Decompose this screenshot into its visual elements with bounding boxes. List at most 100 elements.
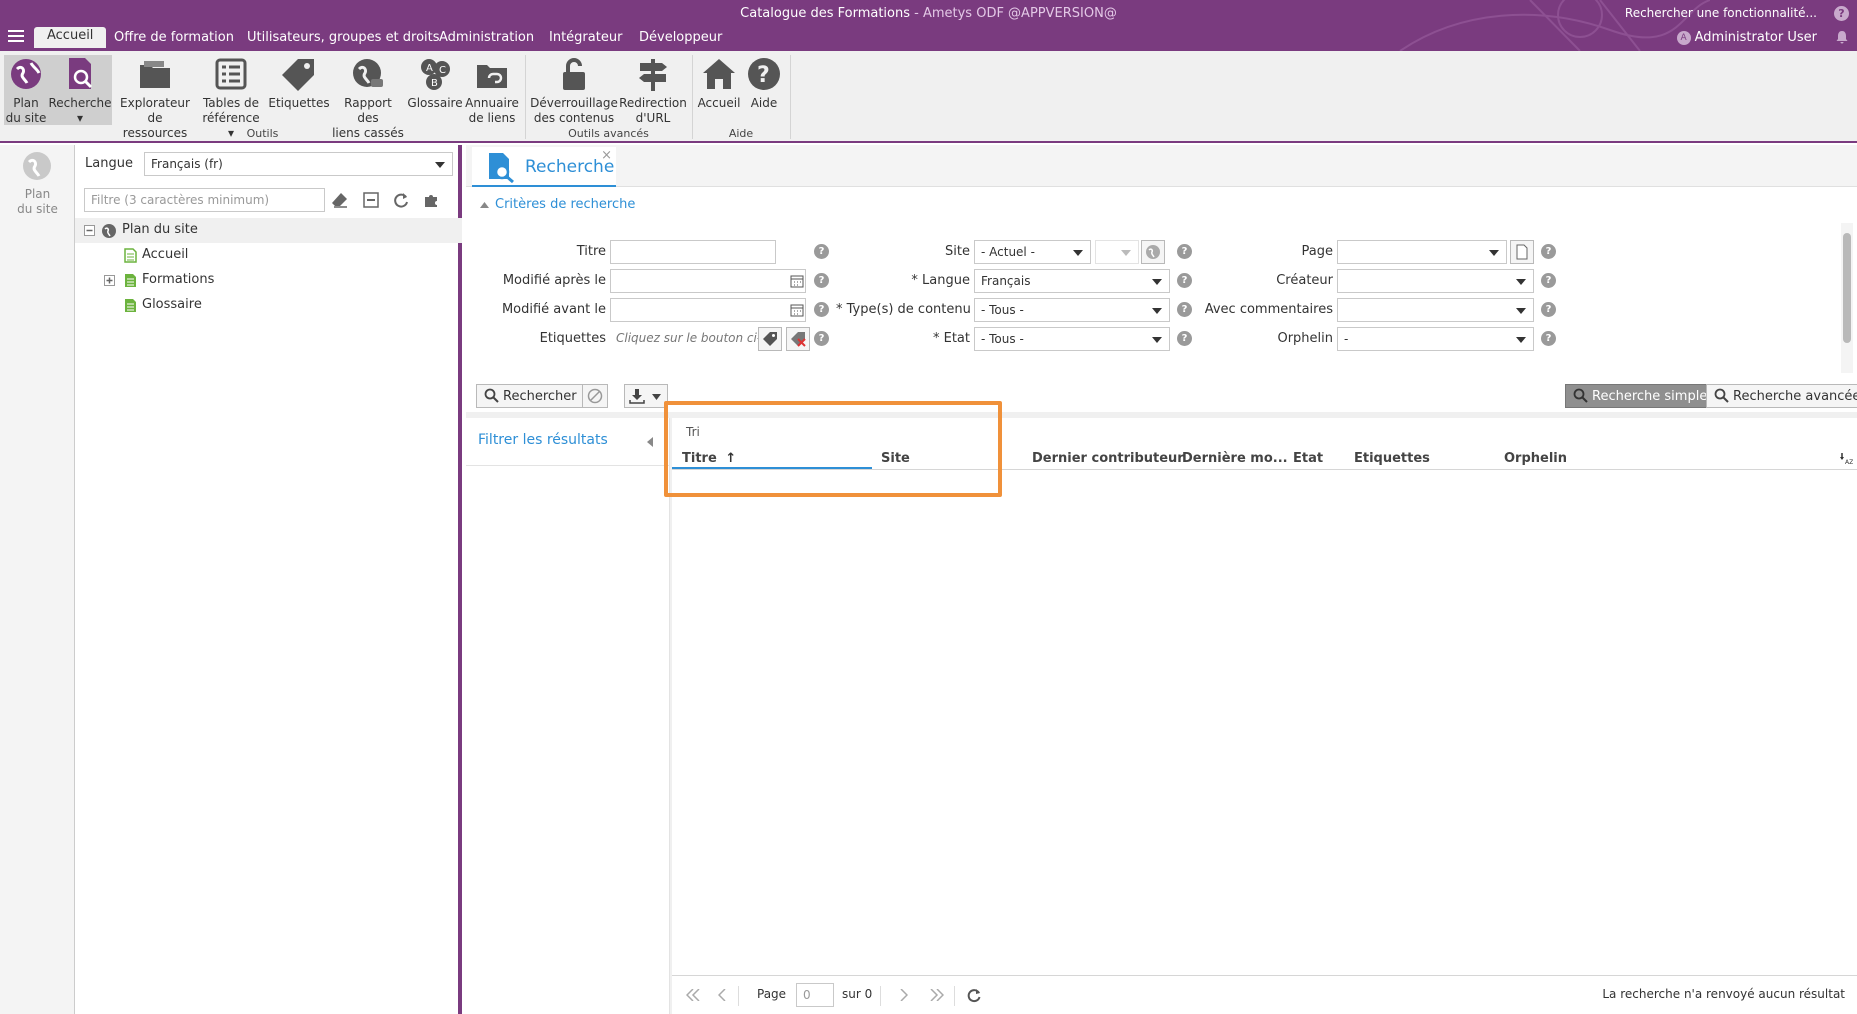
createur-select[interactable] [1337, 269, 1534, 293]
tree-item-root[interactable]: Plan du site [75, 218, 462, 243]
page-picker-button[interactable] [1510, 240, 1534, 264]
bell-icon[interactable] [1835, 30, 1849, 44]
tag-icon [282, 59, 314, 91]
previous-page-icon[interactable] [718, 989, 726, 1001]
criteria-toggle[interactable]: Critères de recherche [480, 197, 635, 212]
tab-developpeur[interactable]: Développeur [639, 30, 722, 45]
modifie-apres-input[interactable] [610, 269, 806, 293]
ribbon-glossaire-button[interactable]: ACB Glossaire [406, 55, 464, 111]
help-icon[interactable]: ? [1177, 273, 1192, 288]
column-derniere-modification[interactable]: Dernière mo... [1182, 451, 1288, 466]
etat-select[interactable]: - Tous - [974, 327, 1170, 351]
first-page-icon[interactable] [686, 989, 700, 1001]
chevron-down-icon [1121, 250, 1131, 256]
collapsed-sitemap-panel[interactable]: Plan du site [0, 145, 75, 1014]
user-menu[interactable]: A Administrator User [1676, 30, 1817, 45]
ribbon-aide-button[interactable]: ? Aide [742, 55, 786, 111]
column-etiquettes[interactable]: Etiquettes [1354, 451, 1430, 466]
titre-input[interactable] [610, 240, 776, 264]
tab-recherche[interactable]: Recherche × [472, 147, 616, 187]
hamburger-menu-icon[interactable] [8, 30, 24, 42]
calendar-icon[interactable] [790, 303, 804, 317]
close-icon[interactable]: × [601, 148, 612, 163]
etiquettes-label: Etiquettes [539, 331, 606, 346]
help-icon[interactable]: ? [1834, 6, 1849, 21]
ribbon-redirection-button[interactable]: Redirection d'URL [618, 55, 688, 126]
column-etat[interactable]: Etat [1293, 451, 1323, 466]
avec-commentaires-select[interactable] [1337, 298, 1534, 322]
select-tags-button[interactable] [758, 327, 782, 351]
page-number-input[interactable]: 0 [796, 983, 834, 1007]
ribbon-etiquettes-button[interactable]: Etiquettes [268, 55, 330, 111]
calendar-icon[interactable] [790, 274, 804, 288]
collapse-all-icon[interactable] [362, 191, 380, 209]
langue-select[interactable]: Français [974, 269, 1170, 293]
criteria-scrollbar[interactable] [1841, 223, 1853, 373]
refresh-icon[interactable] [966, 987, 982, 1003]
sort-az-icon[interactable]: AZ [1840, 453, 1854, 465]
column-orphelin[interactable]: Orphelin [1504, 451, 1567, 466]
folder-link-icon [477, 65, 507, 88]
feature-search-input[interactable]: Rechercher une fonctionnalité... [1625, 6, 1817, 20]
results-status: La recherche n'a renvoyé aucun résultat [1602, 987, 1845, 1001]
ribbon-group-outils-avances: Outils avancés [568, 127, 649, 140]
help-icon[interactable]: ? [1177, 331, 1192, 346]
avatar: A [1676, 31, 1691, 45]
help-icon[interactable]: ? [814, 331, 829, 346]
advanced-search-button[interactable]: Recherche avancée [1706, 384, 1857, 408]
site-select[interactable]: - Actuel - [974, 240, 1091, 264]
globe-icon [23, 152, 51, 180]
column-dernier-contributeur[interactable]: Dernier contributeur [1032, 451, 1184, 466]
export-button[interactable] [624, 384, 668, 408]
collapse-icon[interactable] [84, 225, 95, 236]
collapse-left-icon[interactable] [647, 437, 653, 447]
last-page-icon[interactable] [930, 989, 944, 1001]
tree-item-formations[interactable]: Formations [75, 268, 462, 293]
site-globe-button[interactable] [1141, 240, 1165, 264]
sitemap-filter-input[interactable]: Filtre (3 caractères minimum) [84, 188, 325, 212]
expand-icon[interactable] [104, 275, 115, 286]
ribbon-deverrouillage-button[interactable]: Déverrouillage des contenus [530, 55, 618, 126]
help-icon[interactable]: ? [1541, 302, 1556, 317]
help-icon[interactable]: ? [1541, 273, 1556, 288]
orphelin-select[interactable]: - [1337, 327, 1534, 351]
filter-results-title[interactable]: Filtrer les résultats [478, 432, 608, 448]
help-icon[interactable]: ? [1541, 244, 1556, 259]
next-page-icon[interactable] [900, 989, 908, 1001]
help-icon[interactable]: ? [814, 273, 829, 288]
ribbon-accueil-button[interactable]: Accueil [696, 55, 742, 111]
tree-item-accueil[interactable]: Accueil [75, 243, 462, 268]
refresh-icon[interactable] [392, 191, 410, 209]
simple-search-button[interactable]: Recherche simple [1565, 384, 1716, 408]
help-icon[interactable]: ? [814, 244, 829, 259]
clear-tags-button[interactable] [786, 327, 810, 351]
tab-accueil[interactable]: Accueil [34, 27, 107, 48]
language-select[interactable]: Français (fr) [144, 152, 453, 176]
tab-administration[interactable]: Administration [439, 30, 534, 45]
tab-integrateur[interactable]: Intégrateur [549, 30, 622, 45]
help-icon[interactable]: ? [1541, 331, 1556, 346]
ribbon-plan-du-site-button[interactable]: Plan du site [4, 55, 48, 125]
help-icon[interactable]: ? [1177, 244, 1192, 259]
modifie-avant-input[interactable] [610, 298, 806, 322]
ribbon-annuaire-liens-button[interactable]: Annuaire de liens [464, 55, 520, 126]
tab-offre-de-formation[interactable]: Offre de formation [114, 30, 234, 45]
cancel-search-button[interactable] [582, 384, 608, 408]
tree-item-glossaire[interactable]: Glossaire [75, 293, 462, 318]
globe-icon [11, 59, 41, 89]
user-name: Administrator User [1694, 30, 1817, 45]
signpost-icon [639, 59, 667, 91]
ribbon-toolbar: Plan du site Recherche ▾ Explorateur de res… [0, 51, 1857, 143]
help-icon[interactable]: ? [814, 302, 829, 317]
types-contenu-select[interactable]: - Tous - [974, 298, 1170, 322]
tab-utilisateurs[interactable]: Utilisateurs, groupes et droits [247, 30, 440, 45]
page-select[interactable] [1337, 240, 1507, 264]
puzzle-icon[interactable] [422, 191, 440, 209]
eraser-icon[interactable] [331, 191, 349, 209]
globe-icon [102, 224, 116, 238]
sitemap-panel: Langue Français (fr) Filtre (3 caractère… [75, 145, 462, 1014]
search-button[interactable]: Rechercher [476, 384, 585, 408]
folder-icon [140, 61, 170, 88]
ribbon-recherche-button[interactable]: Recherche ▾ [48, 55, 112, 125]
site-secondary-select[interactable] [1095, 240, 1139, 264]
